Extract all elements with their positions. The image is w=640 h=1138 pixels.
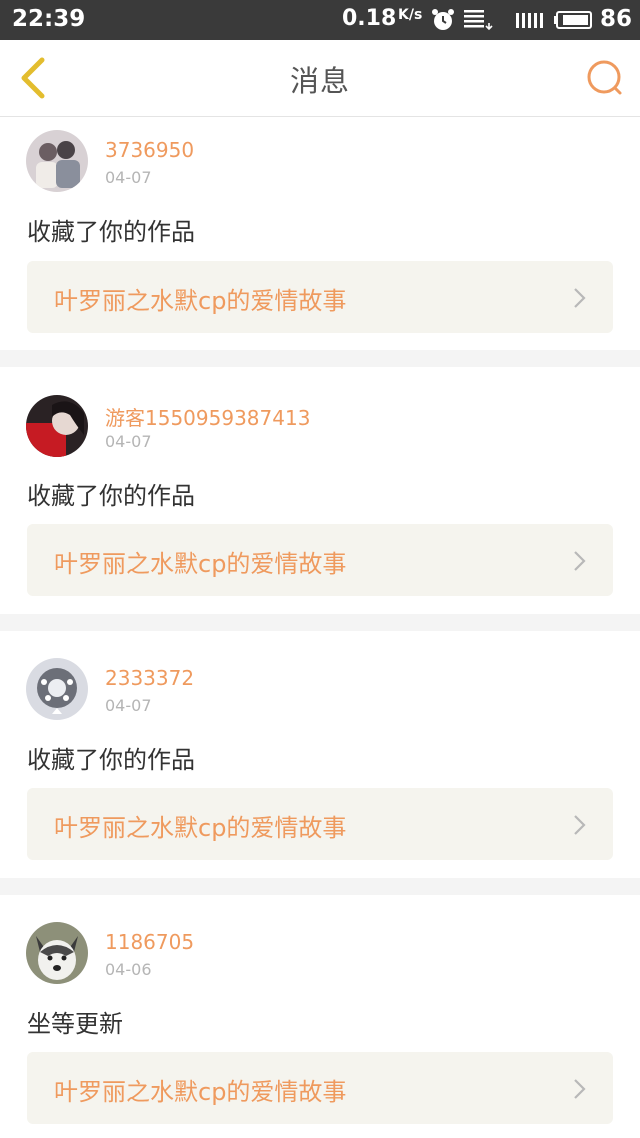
message-date: 04-06 <box>105 960 152 979</box>
messages-page: 22:39 0.18 K/s 86 消息 3736950 04-07 收藏了你的… <box>0 0 640 1138</box>
chevron-right-icon <box>574 551 586 571</box>
card-separator <box>0 878 640 895</box>
message-text: 收藏了你的作品 <box>27 746 195 774</box>
chevron-right-icon <box>574 288 586 308</box>
avatar[interactable] <box>26 130 88 192</box>
message-date: 04-07 <box>105 432 152 451</box>
page-title: 消息 <box>289 64 350 98</box>
username[interactable]: 3736950 <box>105 138 194 162</box>
username[interactable]: 2333372 <box>105 666 194 690</box>
alarm-icon <box>432 9 454 30</box>
work-title: 叶罗丽之水默cp的爱情故事 <box>54 1078 347 1106</box>
chevron-right-icon <box>574 1079 586 1099</box>
avatar[interactable] <box>26 395 88 457</box>
username[interactable]: 1186705 <box>105 930 194 954</box>
message-card: 3736950 04-07 收藏了你的作品 叶罗丽之水默cp的爱情故事 <box>0 117 640 350</box>
work-link[interactable]: 叶罗丽之水默cp的爱情故事 <box>27 261 613 333</box>
work-link[interactable]: 叶罗丽之水默cp的爱情故事 <box>27 524 613 596</box>
work-title: 叶罗丽之水默cp的爱情故事 <box>54 550 347 578</box>
message-card: 1186705 04-06 坐等更新 叶罗丽之水默cp的爱情故事 <box>0 895 640 1138</box>
message-date: 04-07 <box>105 168 152 187</box>
status-bar: 22:39 0.18 K/s 86 <box>0 0 640 40</box>
card-separator <box>0 350 640 367</box>
search-button[interactable] <box>584 58 624 98</box>
message-text: 收藏了你的作品 <box>27 218 195 246</box>
username[interactable]: 游客1550959387413 <box>105 402 310 431</box>
status-time: 22:39 <box>12 6 86 32</box>
message-date: 04-07 <box>105 696 152 715</box>
signal-icon <box>516 13 543 28</box>
work-link[interactable]: 叶罗丽之水默cp的爱情故事 <box>27 1052 613 1124</box>
message-card: 游客1550959387413 04-07 收藏了你的作品 叶罗丽之水默cp的爱… <box>0 367 640 614</box>
notification-icon <box>464 10 493 31</box>
network-speed: 0.18 <box>342 6 397 31</box>
message-card: 2333372 04-07 收藏了你的作品 叶罗丽之水默cp的爱情故事 <box>0 631 640 878</box>
avatar[interactable] <box>26 658 88 720</box>
network-speed-unit: K/s <box>398 7 423 23</box>
card-separator <box>0 614 640 631</box>
battery-icon <box>554 11 592 29</box>
avatar[interactable] <box>26 922 88 984</box>
work-title: 叶罗丽之水默cp的爱情故事 <box>54 814 347 842</box>
message-text: 收藏了你的作品 <box>27 482 195 510</box>
nav-bar: 消息 <box>0 40 640 117</box>
message-text: 坐等更新 <box>27 1010 123 1038</box>
battery-level: 86 <box>600 6 633 32</box>
work-title: 叶罗丽之水默cp的爱情故事 <box>54 287 347 315</box>
work-link[interactable]: 叶罗丽之水默cp的爱情故事 <box>27 788 613 860</box>
chevron-right-icon <box>574 815 586 835</box>
